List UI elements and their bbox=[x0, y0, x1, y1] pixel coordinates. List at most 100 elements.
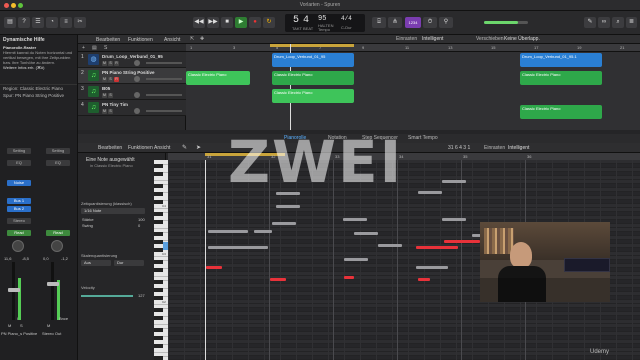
setting-button[interactable]: Setting bbox=[7, 148, 31, 154]
volume-fader[interactable] bbox=[146, 62, 182, 64]
lcd-display[interactable]: 5 4 TAKT BEAT 95 HALTEN Tempo 4/4 C-Dur bbox=[285, 14, 365, 32]
browser-button[interactable]: ⌕ bbox=[612, 17, 624, 28]
tracks-area[interactable]: ⇱ ✚ Einrasten Intelligent Verschieben Ke… bbox=[186, 35, 640, 130]
track-row[interactable]: 1 ◍ Drum_Loop_Verbund_01_95 M S R bbox=[78, 52, 186, 68]
master-volume-slider[interactable] bbox=[484, 21, 528, 24]
pointer-tool-icon[interactable]: ⇱ bbox=[190, 36, 194, 42]
library-button[interactable]: ▤ bbox=[4, 17, 16, 28]
black-key[interactable] bbox=[154, 288, 163, 292]
black-key[interactable] bbox=[154, 260, 163, 264]
notepad-button[interactable]: ✎ bbox=[584, 17, 596, 28]
help-more-link[interactable]: Weitere Infos erh. (⌘#) bbox=[0, 65, 77, 70]
black-key[interactable] bbox=[154, 240, 163, 244]
black-key[interactable] bbox=[154, 328, 163, 332]
stop-button[interactable]: ■ bbox=[221, 17, 233, 28]
output-slot[interactable]: Stereo bbox=[7, 218, 31, 224]
tracks-view-menu[interactable]: Ansicht bbox=[164, 37, 180, 43]
midi-note[interactable] bbox=[444, 240, 480, 243]
midi-note[interactable] bbox=[344, 258, 368, 261]
eq-button[interactable]: EQ bbox=[7, 160, 31, 166]
flex-button[interactable]: S bbox=[104, 45, 107, 51]
midi-note[interactable] bbox=[208, 246, 268, 249]
send-slot[interactable]: Bus 2 bbox=[7, 206, 31, 212]
scale-type-select[interactable]: Dur bbox=[114, 260, 144, 266]
loop-browser-button[interactable]: ∞ bbox=[598, 17, 610, 28]
volume-fader[interactable] bbox=[146, 94, 182, 96]
record-button[interactable]: ● bbox=[249, 17, 261, 28]
swing-value[interactable]: 0 bbox=[138, 223, 140, 228]
black-key[interactable] bbox=[154, 336, 163, 340]
midi-note[interactable] bbox=[418, 191, 442, 194]
midi-note[interactable] bbox=[442, 180, 466, 183]
midi-note[interactable] bbox=[418, 278, 430, 281]
track-name[interactable]: Drum_Loop_Verbund_01_95 bbox=[102, 54, 163, 59]
forward-button[interactable]: ▶▶ bbox=[207, 17, 219, 28]
track-inspector-toggle[interactable]: Spur: PN Piano String Positive bbox=[0, 92, 77, 99]
pr-view-menu[interactable]: Ansicht bbox=[154, 145, 170, 151]
eq-button[interactable]: EQ bbox=[46, 160, 70, 166]
pan-knob[interactable] bbox=[134, 76, 140, 82]
mute-button[interactable]: M bbox=[47, 323, 50, 328]
mixer-button[interactable]: ≡ bbox=[60, 17, 72, 28]
black-key[interactable] bbox=[154, 356, 163, 360]
fader-cap[interactable] bbox=[8, 288, 20, 292]
black-key[interactable] bbox=[154, 212, 163, 216]
strength-value[interactable]: 100 bbox=[138, 217, 145, 222]
mute-button[interactable]: M bbox=[102, 109, 107, 114]
midi-note[interactable] bbox=[354, 232, 378, 235]
metronome-button[interactable]: ⚲ bbox=[439, 17, 453, 28]
black-key[interactable] bbox=[154, 184, 163, 188]
midi-note[interactable] bbox=[206, 266, 222, 269]
black-key[interactable] bbox=[154, 280, 163, 284]
black-key[interactable] bbox=[154, 220, 163, 224]
midi-region[interactable]: Classic Electric Piano bbox=[520, 71, 602, 85]
pr-snap-select[interactable]: Intelligent bbox=[508, 145, 529, 151]
pencil-tool-icon[interactable]: ✎ bbox=[182, 144, 187, 151]
close-window-button[interactable] bbox=[4, 3, 9, 8]
tracks-edit-menu[interactable]: Bearbeiten bbox=[96, 37, 120, 43]
midi-region[interactable]: Classic Electric Piano bbox=[520, 105, 602, 119]
tuner-button[interactable]: ⋔ bbox=[388, 17, 402, 28]
midi-note[interactable] bbox=[208, 230, 248, 233]
pr-edit-menu[interactable]: Bearbeiten bbox=[98, 145, 122, 151]
midi-note[interactable] bbox=[416, 266, 448, 269]
help-button[interactable]: ? bbox=[18, 17, 30, 28]
midi-region[interactable]: Classic Electric Piano bbox=[186, 71, 250, 85]
black-key[interactable] bbox=[154, 316, 163, 320]
pointer-tool-icon[interactable]: ➤ bbox=[196, 144, 201, 151]
record-enable-button[interactable]: R bbox=[114, 77, 119, 82]
zoom-window-button[interactable] bbox=[18, 3, 23, 8]
list-editor-button[interactable]: ≣ bbox=[626, 17, 637, 28]
smart-controls-button[interactable]: ◔ bbox=[46, 17, 58, 28]
midi-region[interactable]: Classic Electric Piano bbox=[272, 71, 354, 85]
midi-note[interactable] bbox=[343, 218, 367, 221]
black-key[interactable] bbox=[154, 172, 163, 176]
track-name[interactable]: PN Tiny Tim bbox=[102, 102, 128, 107]
pan-knob[interactable] bbox=[134, 92, 140, 98]
midi-note[interactable] bbox=[254, 230, 272, 233]
black-key[interactable] bbox=[154, 164, 163, 168]
audio-region[interactable]: Drum_Loop_Verbund_01_95 bbox=[272, 53, 354, 67]
pan-knob[interactable] bbox=[134, 60, 140, 66]
quantize-select[interactable]: 1/16 Note bbox=[81, 208, 145, 214]
velocity-slider[interactable] bbox=[81, 295, 133, 297]
cycle-button[interactable]: ↻ bbox=[263, 17, 275, 28]
pan-knob[interactable] bbox=[51, 240, 63, 252]
midi-note[interactable] bbox=[344, 276, 354, 279]
midi-note[interactable] bbox=[270, 278, 286, 281]
black-key[interactable] bbox=[154, 192, 163, 196]
editors-button[interactable]: ✂ bbox=[74, 17, 86, 28]
black-key[interactable] bbox=[154, 308, 163, 312]
solo-button[interactable]: S bbox=[108, 109, 113, 114]
bounce-button[interactable]: Bnce bbox=[59, 316, 68, 321]
pan-knob[interactable] bbox=[12, 240, 24, 252]
black-key[interactable] bbox=[154, 268, 163, 272]
send-slot[interactable]: Bus 1 bbox=[7, 198, 31, 204]
arrange-snap-select[interactable]: Intelligent bbox=[422, 36, 443, 42]
black-key[interactable] bbox=[154, 232, 163, 236]
black-key[interactable] bbox=[154, 344, 163, 348]
pr-functions-menu[interactable]: Funktionen bbox=[128, 145, 153, 151]
count-in-button[interactable]: ⏱ bbox=[423, 17, 437, 28]
rewind-button[interactable]: ◀◀ bbox=[193, 17, 205, 28]
mute-button[interactable]: M bbox=[102, 61, 107, 66]
